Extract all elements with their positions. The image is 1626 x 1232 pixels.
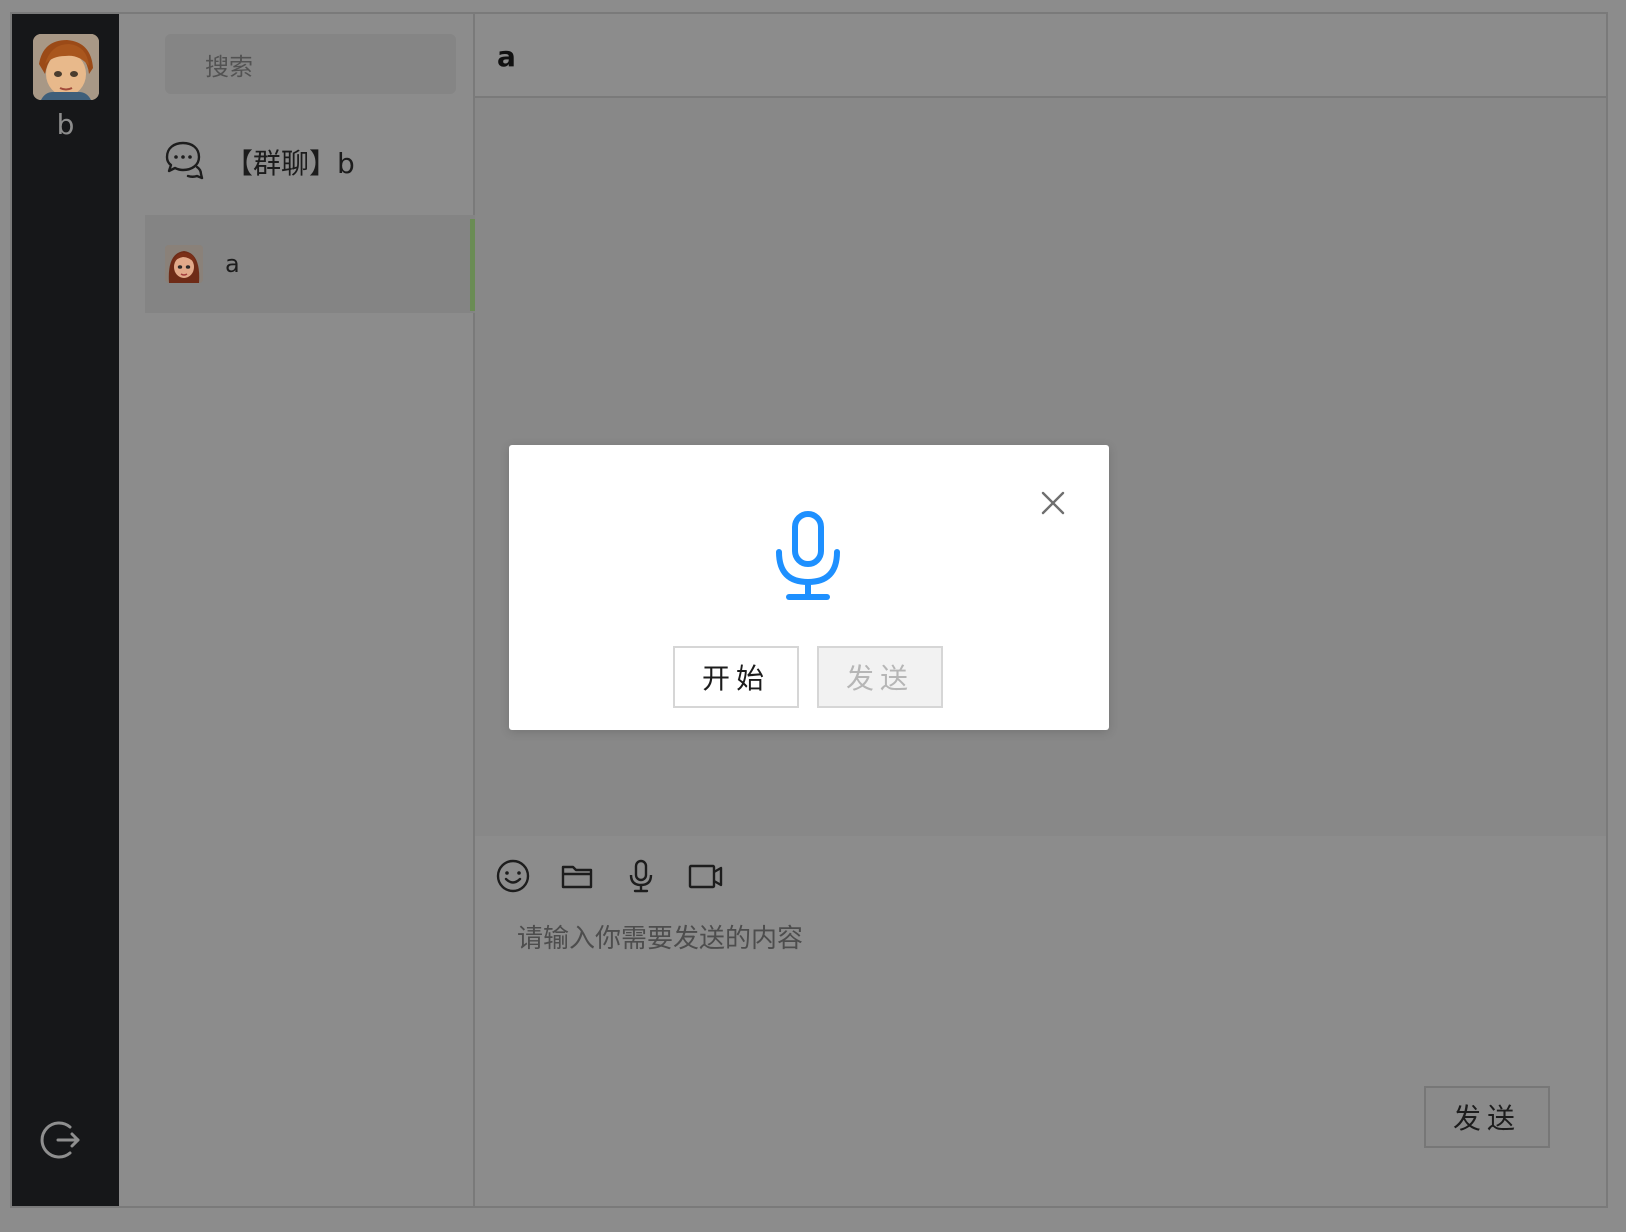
send-voice-button[interactable]: 发送	[817, 646, 943, 708]
emoji-icon[interactable]	[495, 858, 531, 894]
user-name: b	[56, 108, 75, 141]
search-input[interactable]: 搜索	[165, 34, 456, 94]
send-button[interactable]: 发送	[1424, 1086, 1550, 1148]
user-avatar[interactable]	[33, 34, 99, 100]
conversation-name: 【群聊】b	[225, 147, 355, 180]
start-recording-button[interactable]: 开始	[673, 646, 799, 708]
composer-toolbar	[495, 858, 723, 894]
microphone-icon[interactable]	[623, 858, 659, 894]
video-icon[interactable]	[687, 858, 723, 894]
contact-avatar	[165, 245, 203, 283]
search-placeholder: 搜索	[205, 52, 253, 81]
group-chat-icon	[163, 139, 205, 185]
folder-icon[interactable]	[559, 858, 595, 894]
chat-header: a	[475, 14, 1606, 98]
close-icon[interactable]	[1038, 488, 1068, 518]
chat-title: a	[497, 40, 516, 73]
conversation-list: 搜索 【群聊】b a	[119, 14, 475, 1206]
user-avatar-image	[33, 34, 99, 100]
microphone-icon	[773, 510, 843, 602]
left-rail: b	[12, 14, 119, 1206]
conversation-item-group[interactable]: 【群聊】b	[163, 132, 463, 192]
conversation-item-selected[interactable]: a	[145, 215, 475, 313]
logout-icon[interactable]	[40, 1118, 84, 1162]
composer	[475, 836, 1606, 1206]
conversation-name: a	[225, 250, 240, 278]
message-input[interactable]	[515, 916, 1559, 1040]
voice-record-modal: 开始 发送	[509, 445, 1109, 730]
